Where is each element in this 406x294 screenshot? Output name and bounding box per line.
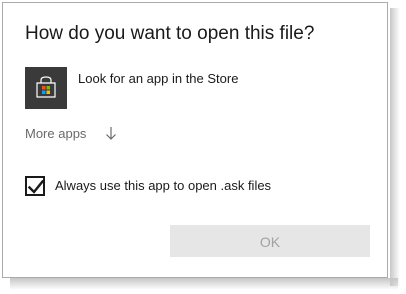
always-use-option[interactable]: Always use this app to open .ask files bbox=[25, 176, 365, 198]
store-icon bbox=[25, 67, 67, 109]
always-use-label: Always use this app to open .ask files bbox=[55, 178, 272, 193]
screenshot-canvas: How do you want to open this file? Look … bbox=[0, 0, 406, 294]
arrow-down-icon[interactable] bbox=[105, 125, 117, 141]
store-option-label: Look for an app in the Store bbox=[78, 71, 239, 86]
ok-button[interactable]: OK bbox=[170, 225, 370, 257]
store-option[interactable]: Look for an app in the Store bbox=[25, 67, 365, 109]
more-apps-link[interactable]: More apps bbox=[25, 126, 86, 141]
dialog-title: How do you want to open this file? bbox=[25, 23, 315, 44]
dialog-shadow bbox=[10, 278, 398, 290]
dialog-shadow bbox=[390, 8, 400, 286]
always-use-checkbox[interactable] bbox=[25, 176, 45, 196]
open-with-dialog: How do you want to open this file? Look … bbox=[2, 2, 388, 278]
